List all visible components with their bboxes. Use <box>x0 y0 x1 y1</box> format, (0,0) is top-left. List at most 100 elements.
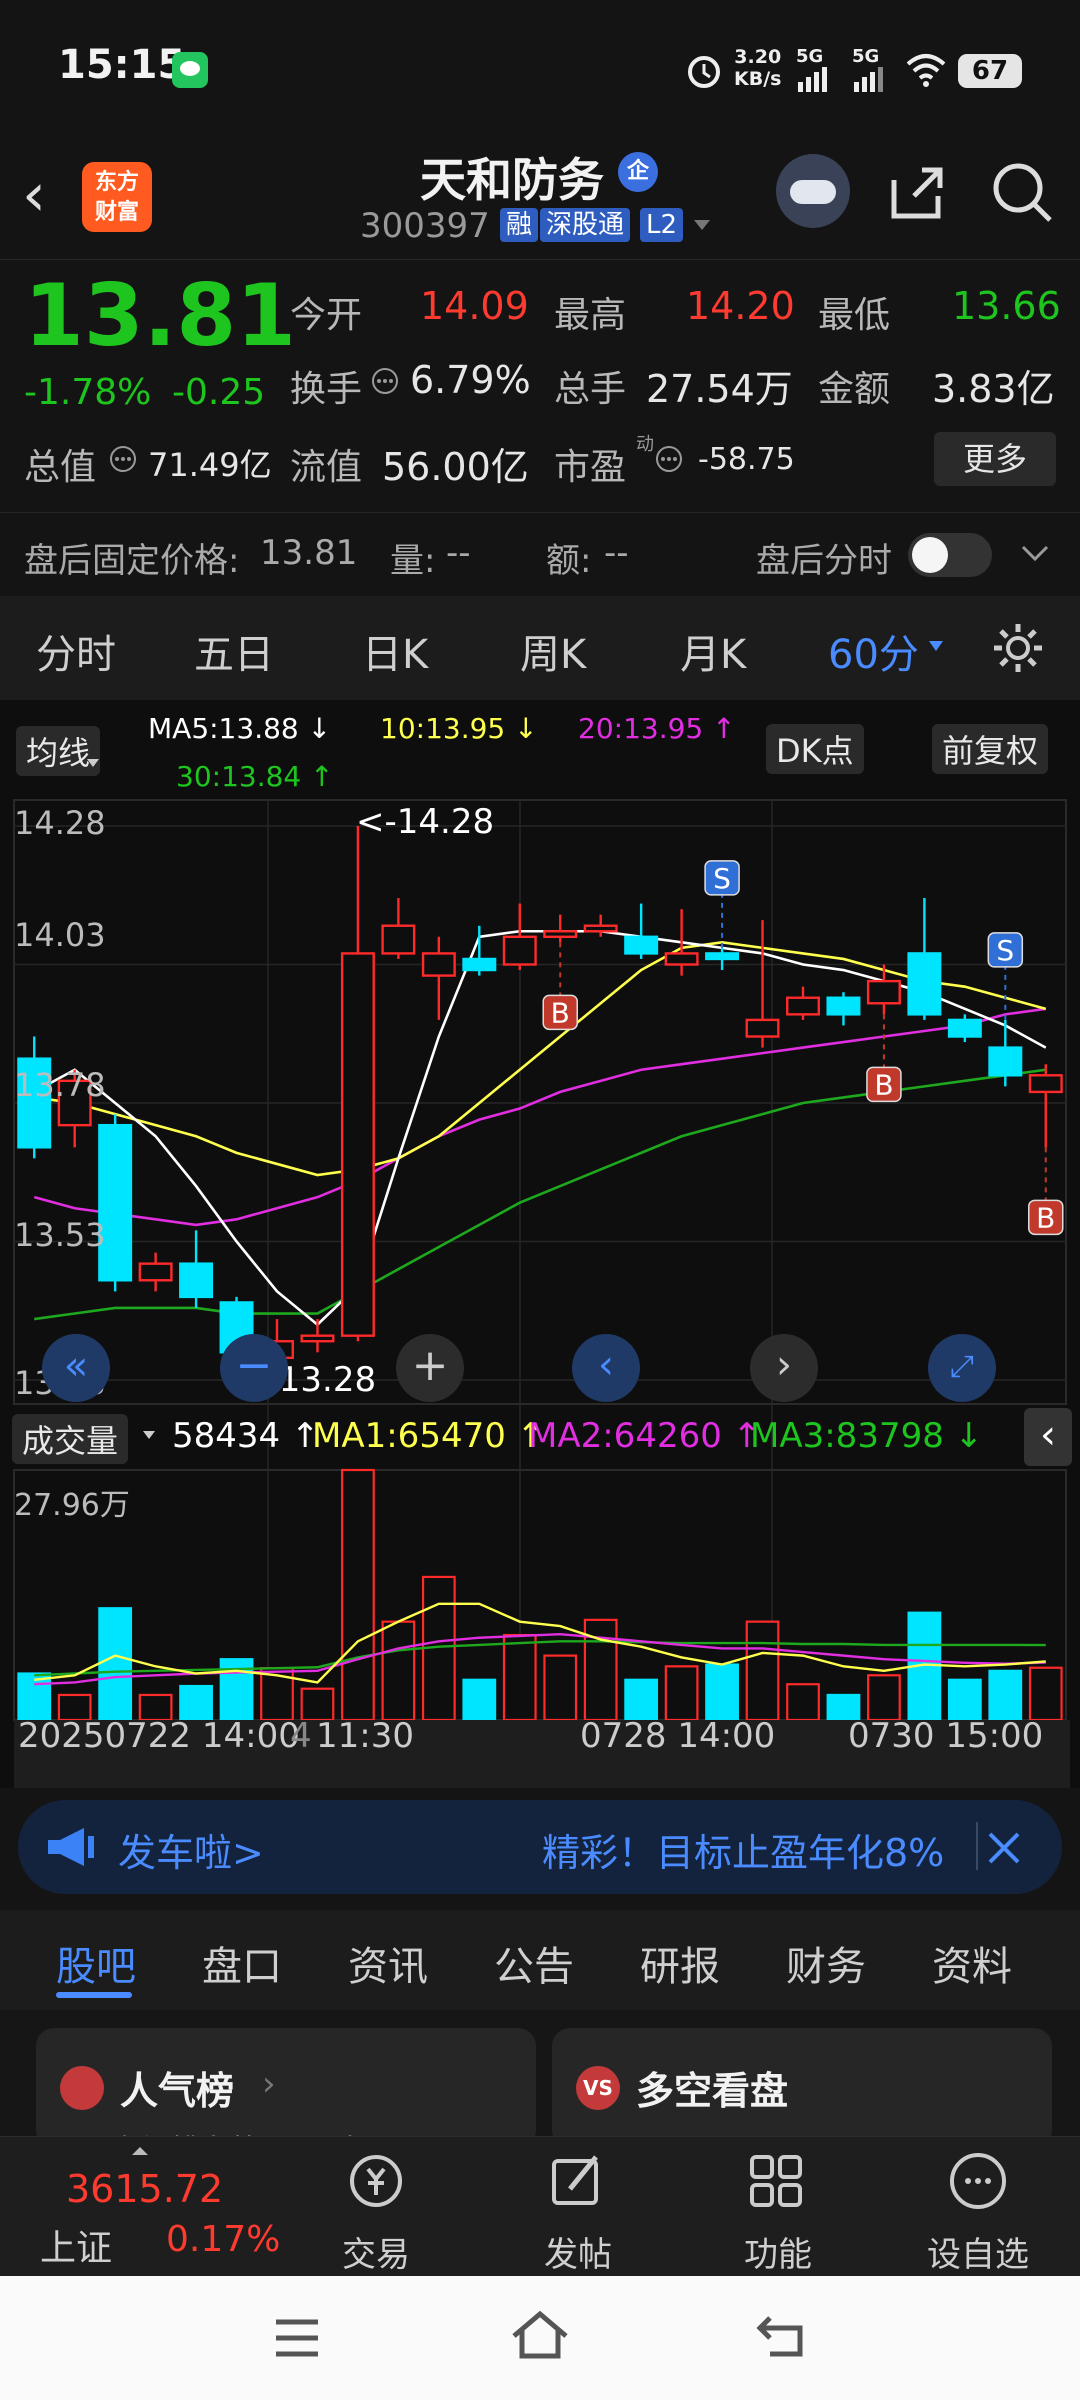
candle <box>381 898 416 959</box>
bull-bear-card[interactable]: VS 多空看盘 <box>552 2028 1052 2154</box>
signal-icon <box>798 67 827 92</box>
candle-body <box>947 1018 982 1038</box>
volume-indicator-button[interactable]: 成交量 <box>12 1414 129 1464</box>
tab-research[interactable]: 研报 <box>640 1934 720 1992</box>
candle <box>705 947 740 971</box>
tab-news[interactable]: 资讯 <box>348 1934 428 1992</box>
time-label: 11:30 <box>316 1716 414 1756</box>
change-amount: -0.25 <box>172 372 266 413</box>
wifi-icon <box>906 54 946 87</box>
index-percent: 0.17% <box>166 2219 281 2260</box>
ai-assistant-icon[interactable] <box>776 154 850 228</box>
after-hours-vol: -- <box>446 533 471 573</box>
candle <box>624 903 659 959</box>
app-logo: 东方 财富 <box>82 162 152 232</box>
info-icon[interactable] <box>654 444 684 474</box>
tab-monthly-k[interactable]: 月K <box>680 622 746 680</box>
post-icon[interactable] <box>544 2149 608 2213</box>
trade-icon[interactable] <box>344 2149 408 2213</box>
candle-body <box>300 1334 335 1343</box>
candle-body <box>138 1262 173 1282</box>
volume-bar <box>502 1633 537 1722</box>
tab-profile[interactable]: 资料 <box>932 1934 1012 1992</box>
status-bar: 15:15 3.20 KB/s 5G 5G 67 <box>0 0 1080 140</box>
tab-daily-k[interactable]: 日K <box>362 622 428 680</box>
functions-button[interactable]: 功能 <box>708 2227 848 2276</box>
margin-tag: 融 <box>500 208 539 242</box>
candle-body <box>988 1046 1023 1077</box>
bottom-toolbar: 3615.72 上证 0.17% 交易 发帖 功能 设自选 <box>0 2136 1080 2276</box>
volume-label: 总手 <box>554 369 627 410</box>
info-icon[interactable] <box>108 444 138 474</box>
tab-five-day[interactable]: 五日 <box>194 622 274 680</box>
volume-bar <box>786 1683 820 1722</box>
zoom-out-button[interactable]: − <box>220 1334 288 1402</box>
scroll-left-button[interactable]: ‹ <box>572 1334 640 1402</box>
candle-body <box>664 952 699 966</box>
zoom-in-button[interactable]: + <box>396 1334 464 1402</box>
candle <box>300 1319 335 1353</box>
market-cap-label: 总值 <box>24 447 97 488</box>
chevron-down-icon[interactable] <box>1020 543 1050 565</box>
candle <box>138 1252 173 1292</box>
tab-forum[interactable]: 股吧 <box>56 1934 136 1992</box>
functions-icon[interactable] <box>744 2149 808 2213</box>
scroll-start-button[interactable]: « <box>42 1334 110 1402</box>
tab-timeshare[interactable]: 分时 <box>36 622 116 680</box>
megaphone-icon <box>48 1828 94 1866</box>
add-watchlist-icon[interactable] <box>946 2149 1010 2213</box>
search-icon[interactable] <box>990 160 1054 224</box>
chevron-right-icon: › <box>262 2064 276 2104</box>
candle-body <box>340 952 375 1337</box>
candle <box>786 986 820 1020</box>
post-button[interactable]: 发帖 <box>508 2227 648 2276</box>
candle-body <box>826 996 861 1016</box>
price-panel-frame <box>13 799 1067 1405</box>
promo-banner[interactable]: 发车啦> 精彩！目标止盈年化8% <box>18 1800 1062 1894</box>
signal-label: S <box>713 862 731 895</box>
last-price: 13.81 <box>24 266 297 366</box>
banner-prefix: 发车啦> <box>118 1831 264 1875</box>
tab-financials[interactable]: 财务 <box>786 1934 866 1992</box>
home-icon[interactable] <box>510 2308 570 2362</box>
alarm-icon <box>688 56 720 88</box>
fullscreen-button[interactable]: ⤢ <box>928 1334 996 1402</box>
time-label: 0728 14:00 <box>580 1716 776 1756</box>
period-tabs: 分时 五日 日K 周K 月K 60分 <box>0 596 1080 700</box>
menu-icon[interactable] <box>272 2316 322 2360</box>
chevron-down-icon[interactable] <box>692 218 712 232</box>
battery-indicator: 67 <box>958 54 1022 88</box>
volume-bar <box>624 1678 659 1722</box>
scroll-right-button[interactable]: › <box>750 1334 818 1402</box>
after-hours-toggle[interactable] <box>908 533 992 577</box>
sell-signal: S <box>704 860 740 948</box>
close-icon[interactable] <box>986 1830 1022 1866</box>
share-icon[interactable] <box>886 162 946 222</box>
candle-body <box>866 979 901 1005</box>
trade-button[interactable]: 交易 <box>306 2227 446 2276</box>
candle <box>340 826 375 1342</box>
more-button[interactable]: 更多 <box>934 432 1056 486</box>
add-watchlist-button[interactable]: 设自选 <box>908 2227 1048 2276</box>
vol-ma3-label: MA3:83798 ↓ <box>750 1416 984 1456</box>
collapse-panel-button[interactable]: ‹ <box>1024 1408 1072 1466</box>
volume-value: 27.54万 <box>646 367 793 411</box>
back-button[interactable]: ‹ <box>22 160 46 230</box>
pe-value: -58.75 <box>698 442 795 477</box>
candle <box>462 925 497 976</box>
info-icon[interactable] <box>370 366 400 396</box>
tab-announcements[interactable]: 公告 <box>494 1934 574 1992</box>
candle-body <box>462 957 497 972</box>
volume-bar <box>462 1678 497 1722</box>
back-nav-icon[interactable] <box>756 2310 810 2360</box>
kline-chart[interactable]: 均线 MA5:13.88 ↓ 10:13.95 ↓ 20:13.95 ↑ 30:… <box>0 700 1080 1788</box>
tab-market-depth[interactable]: 盘口 <box>202 1934 282 1992</box>
settings-icon[interactable] <box>990 620 1046 676</box>
app-header: ‹ 东方 财富 天和防务 企 300397 融 深股通 L2 <box>0 140 1080 260</box>
after-hours-label: 盘后固定价格: <box>24 541 240 581</box>
tab-weekly-k[interactable]: 周K <box>520 622 586 680</box>
buy-signal: B <box>1028 1147 1064 1236</box>
low-label: 最低 <box>818 295 891 336</box>
tab-60min[interactable]: 60分 <box>828 622 919 680</box>
popularity-card[interactable]: 人气榜 › A股市场排名第1679名 <box>36 2028 536 2169</box>
